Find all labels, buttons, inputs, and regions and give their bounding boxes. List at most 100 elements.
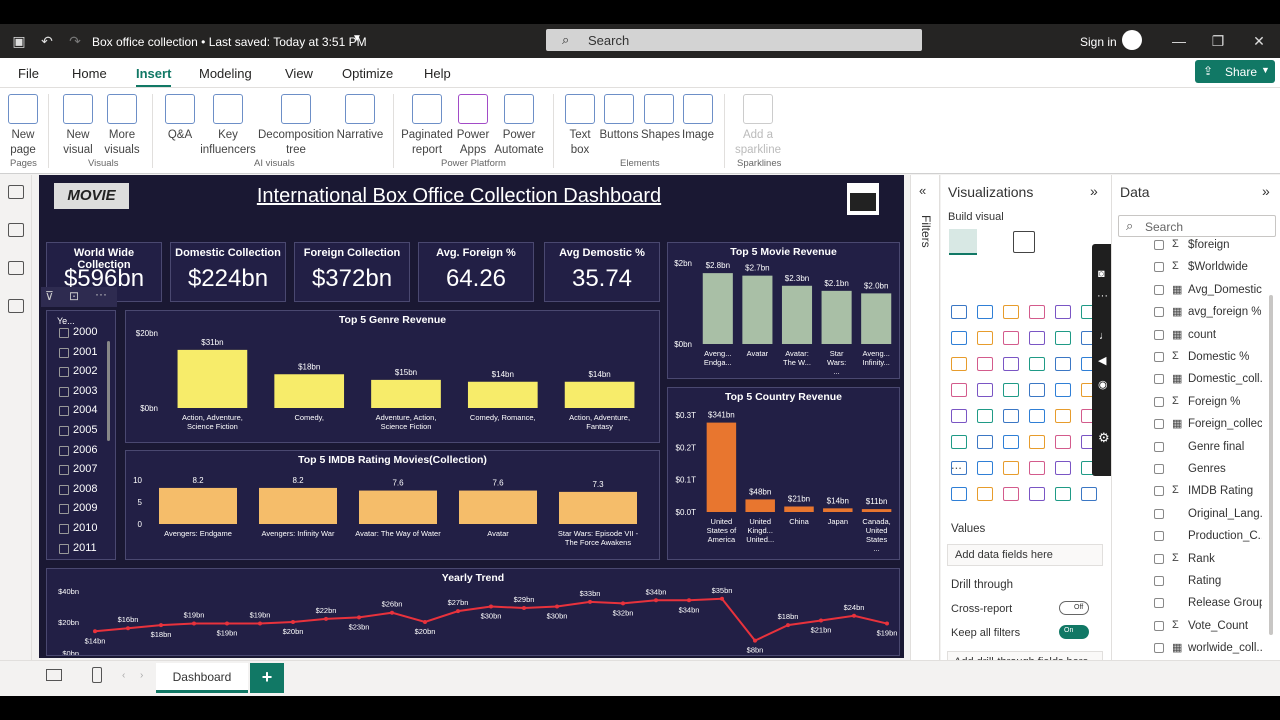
field-checkbox[interactable] xyxy=(1154,374,1164,385)
field-checkbox[interactable] xyxy=(1154,419,1164,430)
slicer-year-item[interactable]: 2009 xyxy=(59,501,111,517)
visual-type-icon[interactable] xyxy=(951,409,967,423)
field-item[interactable]: ▦ avg_foreign % xyxy=(1112,302,1262,322)
field-item[interactable]: Σ Foreign % xyxy=(1112,392,1262,412)
tab-view[interactable]: View xyxy=(285,66,313,81)
visual-type-icon[interactable] xyxy=(1003,331,1019,345)
field-item[interactable]: ▦ Domestic_coll... xyxy=(1112,369,1262,389)
report-view-icon[interactable] xyxy=(8,185,24,199)
dax-query-icon[interactable] xyxy=(8,299,24,313)
field-item[interactable]: Production_C... xyxy=(1112,526,1262,546)
key-influencers-button[interactable]: Key influencers xyxy=(200,94,256,158)
field-item[interactable]: ▦ worlwide_coll... xyxy=(1112,638,1262,658)
movie-revenue-chart[interactable]: Top 5 Movie Revenue $2bn $0bn $2.8bn Aveng.… xyxy=(667,242,900,379)
report-canvas[interactable]: MOVIE International Box Office Collectio… xyxy=(39,175,904,658)
save-icon[interactable]: ▣ xyxy=(10,32,28,50)
account-icon[interactable] xyxy=(1122,30,1142,50)
narrative-button[interactable]: Narrative xyxy=(336,94,384,143)
country-revenue-chart[interactable]: Top 5 Country Revenue $0.3T $0.2T $0.1T $0.… xyxy=(667,387,900,560)
table-view-icon[interactable] xyxy=(8,223,24,237)
field-item[interactable]: Rating xyxy=(1112,571,1262,591)
field-item[interactable]: Σ IMDB Rating xyxy=(1112,481,1262,501)
maximize-icon[interactable]: ❐ xyxy=(1209,32,1227,50)
checkbox[interactable] xyxy=(59,328,69,338)
year-slicer[interactable]: Ye... 2000 2001 2002 2003 2004 2005 2006 2007 20… xyxy=(46,310,116,560)
visual-type-icon[interactable] xyxy=(1029,331,1045,345)
visual-type-icon[interactable] xyxy=(951,305,967,319)
document-title[interactable]: Box office collection • Last saved: Toda… xyxy=(92,35,367,49)
field-checkbox[interactable] xyxy=(1154,576,1164,586)
visual-type-icon[interactable] xyxy=(1003,305,1019,319)
field-checkbox[interactable] xyxy=(1154,643,1164,654)
chevron-left-icon[interactable]: ‹ xyxy=(122,670,125,681)
field-checkbox[interactable] xyxy=(1154,486,1164,497)
visual-type-icon[interactable] xyxy=(1055,487,1071,501)
microphone-icon[interactable]: ♩ xyxy=(1099,330,1110,342)
visual-type-icon[interactable] xyxy=(977,461,993,475)
imdb-rating-chart[interactable]: Top 5 IMDB Rating Movies(Collection) 10 5… xyxy=(125,450,660,560)
checkbox[interactable] xyxy=(59,367,69,378)
field-checkbox[interactable] xyxy=(1154,464,1164,474)
kpi-card[interactable]: Domestic Collection $224bn xyxy=(170,242,286,302)
field-item[interactable]: Σ Domestic % xyxy=(1112,347,1262,367)
visual-type-icon[interactable] xyxy=(1055,383,1071,397)
slicer-year-item[interactable]: 2008 xyxy=(59,482,111,498)
close-icon[interactable]: ✕ xyxy=(1250,32,1268,50)
visual-type-icon[interactable] xyxy=(951,331,967,345)
visual-type-icon[interactable] xyxy=(977,487,993,501)
tab-insert[interactable]: Insert xyxy=(136,66,172,87)
sign-in-link[interactable]: Sign in xyxy=(1080,35,1117,49)
visual-type-icon[interactable] xyxy=(1003,461,1019,475)
checkbox[interactable] xyxy=(59,543,69,554)
field-checkbox[interactable] xyxy=(1154,598,1164,609)
field-checkbox[interactable] xyxy=(1154,508,1164,519)
expand-icon[interactable]: « xyxy=(919,183,926,198)
checkbox[interactable] xyxy=(59,524,69,534)
field-checkbox[interactable] xyxy=(1154,307,1164,318)
fields-scrollbar[interactable] xyxy=(1269,295,1273,635)
build-visual-tab-icon[interactable] xyxy=(949,229,977,255)
visual-type-icon[interactable] xyxy=(1055,461,1071,475)
kpi-card[interactable]: Avg Demostic % 35.74 xyxy=(544,242,660,302)
field-checkbox[interactable] xyxy=(1154,284,1164,295)
tab-file[interactable]: File xyxy=(18,66,39,81)
visual-type-icon[interactable] xyxy=(977,409,993,423)
webcam-icon[interactable]: ◉ xyxy=(1098,378,1108,391)
slicer-year-item[interactable]: 2011 xyxy=(59,541,111,557)
chevron-right-icon[interactable]: › xyxy=(140,670,143,681)
field-checkbox[interactable] xyxy=(1154,329,1164,340)
cross-report-toggle[interactable]: Off xyxy=(1059,601,1089,615)
field-checkbox[interactable] xyxy=(1154,352,1164,362)
visual-type-icon[interactable] xyxy=(1029,435,1045,449)
visual-type-icon[interactable] xyxy=(1055,305,1071,319)
visual-type-icon[interactable] xyxy=(1003,409,1019,423)
slicer-year-item[interactable]: 2005 xyxy=(59,423,111,439)
field-item[interactable]: ▦ count xyxy=(1112,325,1262,345)
visual-type-icon[interactable] xyxy=(1003,487,1019,501)
checkbox[interactable] xyxy=(59,406,69,417)
slicer-year-item[interactable]: 2000 xyxy=(59,325,111,341)
paginated-report-button[interactable]: Paginated report xyxy=(401,94,453,158)
checkbox[interactable] xyxy=(59,426,69,436)
desktop-layout-icon[interactable] xyxy=(46,669,62,681)
tab-optimize[interactable]: Optimize xyxy=(342,66,393,81)
visual-type-icon[interactable] xyxy=(951,435,967,449)
checkbox[interactable] xyxy=(59,504,69,515)
more-options-icon[interactable]: ··· xyxy=(95,287,107,301)
field-item[interactable]: Original_Lang... xyxy=(1112,504,1262,524)
add-sparkline-button[interactable]: Add a sparkline xyxy=(734,94,782,158)
genre-revenue-chart[interactable]: Top 5 Genre Revenue $20bn $0bn $31bn Action… xyxy=(125,310,660,443)
image-button[interactable]: Image xyxy=(681,94,715,143)
visual-type-icon[interactable] xyxy=(1055,409,1071,423)
slicer-year-item[interactable]: 2006 xyxy=(59,443,111,459)
visual-type-icon[interactable] xyxy=(977,435,993,449)
visual-type-icon[interactable] xyxy=(977,305,993,319)
qa-button[interactable]: Q&A xyxy=(163,94,197,143)
buttons-button[interactable]: Buttons xyxy=(599,94,639,143)
field-item[interactable]: Σ Rank xyxy=(1112,549,1262,569)
field-checkbox[interactable] xyxy=(1154,441,1164,452)
field-item[interactable]: ▦ Foreign_collec... xyxy=(1112,414,1262,434)
visual-type-icon[interactable] xyxy=(1055,435,1071,449)
visual-type-icon[interactable] xyxy=(1029,487,1045,501)
field-checkbox[interactable] xyxy=(1154,553,1164,564)
